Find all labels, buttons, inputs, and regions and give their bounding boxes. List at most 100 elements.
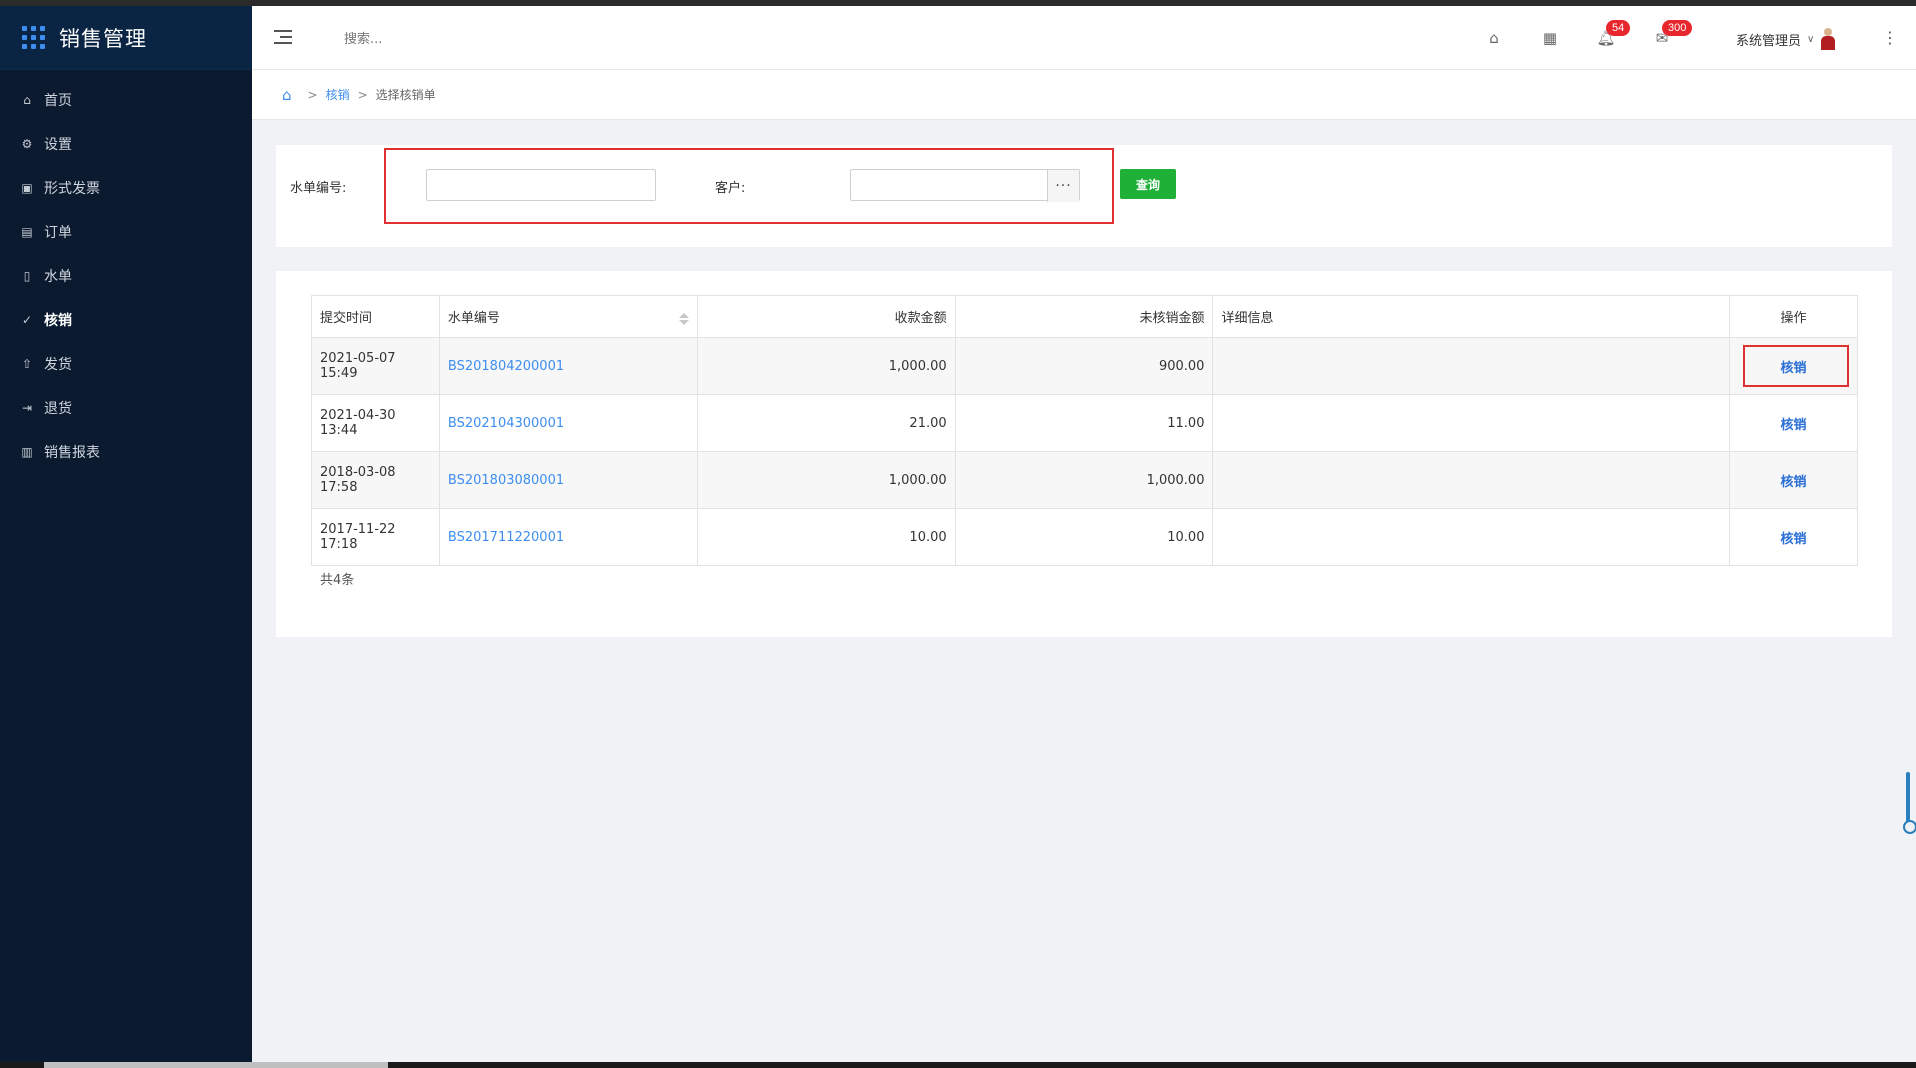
settle-button[interactable]: 核销 (1781, 532, 1807, 547)
brand: 销售管理 (0, 6, 252, 70)
return-icon: ⇥ (21, 401, 33, 415)
table-row: 2018-03-08 17:58 BS201803080001 1,000.00 … (311, 451, 1858, 509)
col-action: 操作 (1729, 295, 1858, 338)
cell-action: 核销 (1729, 337, 1858, 395)
cell-receipt-no-link[interactable]: BS201804200001 (438, 337, 698, 395)
receipt-icon: ▯ (23, 269, 31, 283)
cell-amount: 1,000.00 (696, 337, 956, 395)
cell-amount: 21.00 (696, 394, 956, 452)
cell-unsettled: 11.00 (954, 394, 1214, 452)
sidebar-item-returns[interactable]: ⇥ 退货 (0, 386, 252, 430)
sidebar-item-label: 核销 (44, 313, 72, 329)
col-amount: 收款金额 (696, 295, 956, 338)
cell-date: 2018-03-08 (320, 465, 396, 480)
home-icon[interactable]: ⌂ (282, 86, 292, 104)
cell-submit-time: 2021-05-07 15:49 (311, 337, 440, 395)
sort-icon[interactable] (678, 313, 689, 325)
sidebar-item-shipping[interactable]: ⇧ 发货 (0, 342, 252, 386)
cell-unsettled: 900.00 (954, 337, 1214, 395)
highlight-box (1743, 345, 1850, 387)
bar-chart-icon: ▥ (21, 445, 33, 459)
cell-amount: 10.00 (696, 508, 956, 566)
breadcrumb-current: 选择核销单 (375, 88, 436, 102)
gear-icon: ⚙ (21, 137, 33, 151)
cell-date: 2021-05-07 (320, 351, 396, 366)
total-count: 共4条 (320, 573, 355, 588)
sidebar-item-settings[interactable]: ⚙ 设置 (0, 122, 252, 166)
cell-time: 15:49 (320, 366, 358, 381)
table-header-row: 提交时间 水单编号 收款金额 未核销金额 详细信息 操作 (311, 295, 1858, 338)
cell-detail (1212, 451, 1731, 509)
cell-amount: 1,000.00 (696, 451, 956, 509)
sidebar-item-label: 退货 (44, 401, 72, 417)
receipt-no-input[interactable] (426, 169, 656, 201)
receipt-no-label: 水单编号: (290, 181, 347, 196)
cell-action: 核销 (1729, 394, 1858, 452)
apps-grid-icon[interactable]: ▦ (1540, 28, 1560, 48)
sidebar-item-label: 订单 (44, 225, 72, 241)
cell-receipt-no-link[interactable]: BS201711220001 (438, 508, 698, 566)
col-detail: 详细信息 (1212, 295, 1731, 338)
message-badge: 300 (1662, 20, 1693, 36)
breadcrumb-separator: > (357, 87, 368, 102)
sidebar-item-home[interactable]: ⌂ 首页 (0, 78, 252, 122)
more-options-icon[interactable]: ⋮ (1882, 28, 1898, 47)
search-input[interactable] (344, 28, 564, 50)
home-icon[interactable]: ⌂ (1484, 28, 1504, 48)
menu-toggle-icon[interactable] (274, 30, 292, 44)
sidebar-item-label: 形式发票 (44, 181, 100, 197)
settle-button[interactable]: 核销 (1781, 475, 1807, 490)
check-circle-icon: ✓ (21, 313, 33, 327)
col-receipt-no[interactable]: 水单编号 (438, 295, 698, 338)
sidebar-menu: ⌂ 首页 ⚙ 设置 ▣ 形式发票 ▤ 订单 ▯ 水单 ✓ 核销 ⇧ 发货 ⇥ 退货 ▥ 销售报表 (0, 78, 252, 474)
avatar (1820, 28, 1836, 50)
user-name: 系统管理员 (1736, 33, 1802, 49)
message-icon[interactable]: ✉ 300 (1652, 20, 1693, 48)
order-icon: ▤ (21, 225, 33, 239)
sidebar-item-label: 首页 (44, 93, 72, 109)
receipts-table: 提交时间 水单编号 收款金额 未核销金额 详细信息 操作 2021-05-07 1… (311, 295, 1858, 566)
col-submit-time: 提交时间 (311, 295, 440, 338)
cell-action: 核销 (1729, 451, 1858, 509)
cell-unsettled: 1,000.00 (954, 451, 1214, 509)
sidebar-item-sales-report[interactable]: ▥ 销售报表 (0, 430, 252, 474)
scrollbar[interactable] (1903, 772, 1916, 834)
home-icon: ⌂ (23, 93, 31, 107)
breadcrumb-link-settlement[interactable]: 核销 (326, 86, 350, 103)
sidebar-item-proforma-invoice[interactable]: ▣ 形式发票 (0, 166, 252, 210)
sidebar-item-receipts[interactable]: ▯ 水单 (0, 254, 252, 298)
cell-detail (1212, 337, 1731, 395)
cell-time: 17:58 (320, 480, 358, 495)
filter-panel: 水单编号: 客户: ··· 查询 (276, 145, 1892, 247)
sidebar-item-orders[interactable]: ▤ 订单 (0, 210, 252, 254)
cell-action: 核销 (1729, 508, 1858, 566)
cell-submit-time: 2018-03-08 17:58 (311, 451, 440, 509)
chevron-down-icon: ∨ (1807, 33, 1815, 45)
breadcrumb: ⌂ > 核销 > 选择核销单 (252, 70, 1916, 120)
bottom-edge (0, 1062, 1916, 1068)
more-dots-icon[interactable]: ··· (1047, 170, 1079, 202)
sidebar-item-label: 发货 (44, 357, 72, 373)
bell-icon[interactable]: 🔔︎ 54 (1596, 20, 1631, 48)
customer-input[interactable]: ··· (850, 169, 1080, 202)
notification-badge: 54 (1606, 20, 1631, 36)
cell-receipt-no-link[interactable]: BS201803080001 (438, 451, 698, 509)
cell-date: 2021-04-30 (320, 408, 396, 423)
col-unsettled: 未核销金额 (954, 295, 1214, 338)
upload-icon: ⇧ (21, 357, 33, 371)
table-row: 2021-05-07 15:49 BS201804200001 1,000.00 … (311, 337, 1858, 395)
cell-detail (1212, 394, 1731, 452)
sidebar-item-settlement[interactable]: ✓ 核销 (0, 298, 252, 342)
sidebar-item-label: 销售报表 (44, 445, 100, 461)
settle-button[interactable]: 核销 (1781, 418, 1807, 433)
sidebar-item-label: 设置 (44, 137, 72, 153)
breadcrumb-separator: > (307, 87, 318, 102)
app-title: 销售管理 (59, 26, 147, 51)
table-row: 2017-11-22 17:18 BS201711220001 10.00 10.… (311, 508, 1858, 566)
cell-submit-time: 2017-11-22 17:18 (311, 508, 440, 566)
cell-unsettled: 10.00 (954, 508, 1214, 566)
user-menu[interactable]: 系统管理员 ∨ (1736, 28, 1836, 50)
cell-receipt-no-link[interactable]: BS202104300001 (438, 394, 698, 452)
cell-submit-time: 2021-04-30 13:44 (311, 394, 440, 452)
query-button[interactable]: 查询 (1120, 169, 1176, 199)
